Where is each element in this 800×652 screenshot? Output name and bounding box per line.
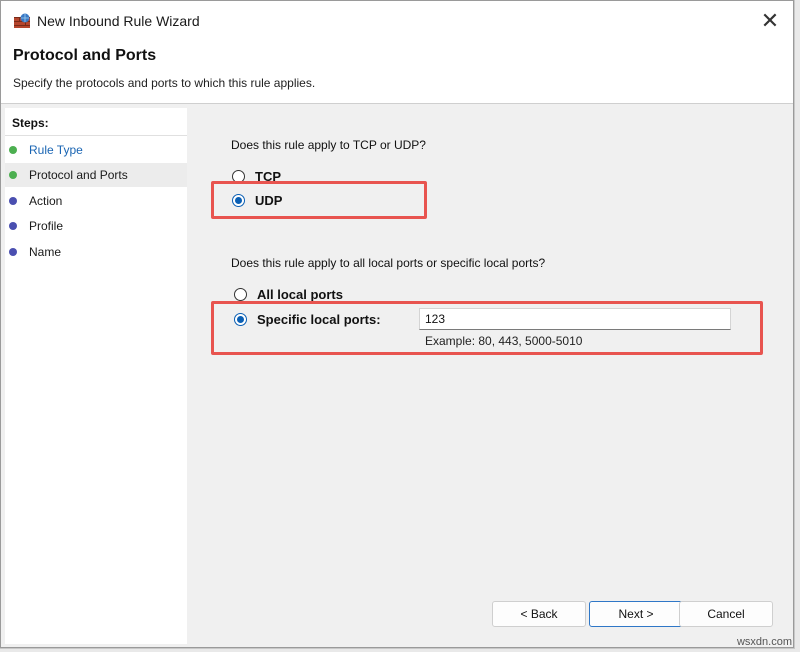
step-item-action[interactable]: Action <box>5 189 187 213</box>
page-header: Protocol and Ports Specify the protocols… <box>1 41 793 103</box>
step-status-dot-icon <box>9 146 17 154</box>
radio-udp-label[interactable]: UDP <box>255 193 282 208</box>
radio-all-ports-circle[interactable] <box>234 288 247 301</box>
step-status-dot-icon <box>9 248 17 256</box>
page-subtitle: Specify the protocols and ports to which… <box>13 76 316 90</box>
ports-example-text: Example: 80, 443, 5000-5010 <box>425 334 583 348</box>
watermark-text: wsxdn.com <box>736 636 792 648</box>
steps-title: Steps: <box>12 116 49 130</box>
step-status-dot-icon <box>9 171 17 179</box>
radio-udp-circle[interactable] <box>232 194 245 207</box>
step-label: Protocol and Ports <box>29 168 128 182</box>
step-item-protocol-and-ports[interactable]: Protocol and Ports <box>5 163 187 187</box>
step-label: Rule Type <box>29 143 83 157</box>
step-status-dot-icon <box>9 197 17 205</box>
next-button[interactable]: Next > <box>589 601 683 627</box>
step-label: Name <box>29 245 62 259</box>
specific-ports-input[interactable] <box>419 308 731 330</box>
close-icon[interactable]: ✕ <box>755 7 785 35</box>
steps-divider <box>5 135 187 136</box>
radio-udp[interactable]: UDP <box>232 193 282 208</box>
wizard-window: New Inbound Rule Wizard ✕ Protocol and P… <box>0 0 794 648</box>
step-item-rule-type[interactable]: Rule Type <box>5 138 187 162</box>
radio-all-ports-label[interactable]: All local ports <box>257 287 343 302</box>
steps-panel: Steps: Rule Type Protocol and Ports Acti… <box>5 108 187 644</box>
cancel-button[interactable]: Cancel <box>679 601 773 627</box>
step-label: Action <box>29 194 63 208</box>
protocol-question: Does this rule apply to TCP or UDP? <box>231 138 426 152</box>
radio-tcp-label[interactable]: TCP <box>255 169 281 184</box>
radio-tcp[interactable]: TCP <box>232 169 281 184</box>
step-item-profile[interactable]: Profile <box>5 214 187 238</box>
title-bar: New Inbound Rule Wizard ✕ <box>1 1 793 41</box>
radio-tcp-circle[interactable] <box>232 170 245 183</box>
window-title: New Inbound Rule Wizard <box>37 13 200 29</box>
radio-specific-ports-label[interactable]: Specific local ports: <box>257 312 381 327</box>
page-title: Protocol and Ports <box>13 47 157 64</box>
step-status-dot-icon <box>9 222 17 230</box>
content-panel <box>187 104 793 647</box>
radio-all-local-ports[interactable]: All local ports <box>234 287 343 302</box>
step-item-name[interactable]: Name <box>5 240 187 264</box>
ports-question: Does this rule apply to all local ports … <box>231 256 546 270</box>
step-label: Profile <box>29 219 64 233</box>
back-button[interactable]: < Back <box>492 601 586 627</box>
radio-specific-ports-circle[interactable] <box>234 313 247 326</box>
firewall-icon <box>14 13 30 28</box>
radio-specific-local-ports[interactable]: Specific local ports: <box>234 312 381 327</box>
